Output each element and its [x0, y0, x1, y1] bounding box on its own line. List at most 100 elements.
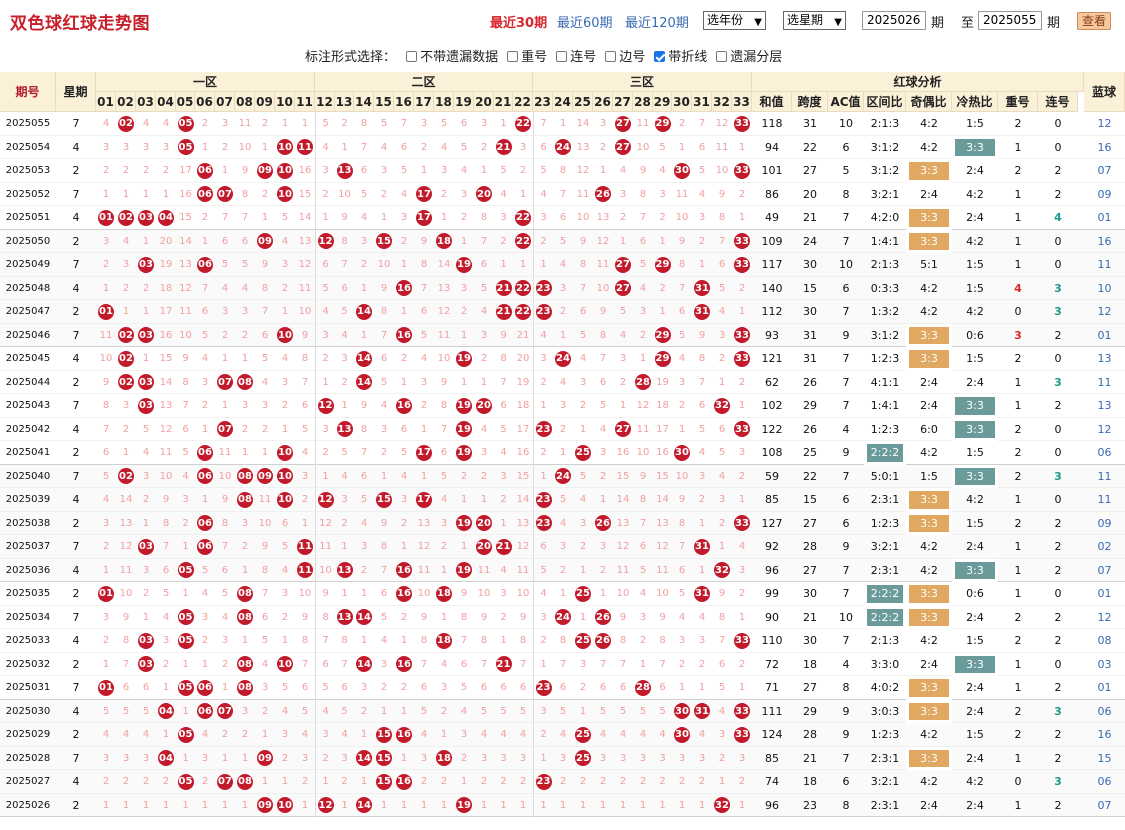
option-1[interactable]: 重号: [507, 46, 547, 65]
page-title: 双色球红球走势图: [10, 14, 150, 34]
option-5[interactable]: 遗漏分层: [716, 46, 782, 65]
period-60-link[interactable]: 最近60期: [557, 12, 613, 31]
number-cell: 4: [380, 141, 388, 153]
number-header-30: 30: [672, 92, 692, 112]
number-header-17: 17: [414, 92, 434, 112]
red-ball: 09: [257, 797, 273, 814]
number-cell: 2: [201, 118, 209, 130]
number-cell: 5: [718, 682, 726, 694]
number-cell: 2: [301, 494, 309, 506]
number-cell: 1: [500, 118, 507, 130]
from-issue-input[interactable]: 2025026: [862, 11, 926, 30]
number-cell: 02: [116, 112, 136, 136]
red-ball: 33: [734, 162, 750, 179]
number-header-19: 19: [454, 92, 474, 112]
red-ball: 08: [237, 609, 253, 626]
number-cell: 1: [315, 370, 335, 394]
number-cell: 5: [162, 588, 170, 600]
checkbox-icon[interactable]: [406, 51, 418, 62]
number-cell: 3: [698, 212, 706, 224]
option-4[interactable]: 带折线: [654, 46, 707, 65]
red-ball: 12: [317, 397, 334, 414]
option-0[interactable]: 不带遗漏数据: [406, 46, 498, 65]
number-cell: 1: [500, 517, 507, 529]
number-cell: 3: [659, 752, 666, 764]
option-2[interactable]: 连号: [556, 46, 596, 65]
checkbox-icon[interactable]: [716, 51, 728, 62]
analysis-value: 3:3: [906, 699, 952, 723]
analysis-value: 1: [1014, 798, 1022, 812]
view-button[interactable]: 查看: [1077, 12, 1111, 30]
checkbox-icon[interactable]: [507, 51, 519, 62]
analysis-value: 2:4: [906, 794, 952, 818]
number-cell: 5: [221, 259, 229, 271]
number-cell: 3: [533, 699, 553, 723]
number-cell: 11: [616, 564, 630, 576]
red-ball: 31: [694, 538, 710, 555]
analysis-value: 26: [803, 422, 817, 436]
number-cell: 3: [122, 141, 130, 153]
number-cell: 14: [298, 212, 312, 224]
number-header-16: 16: [394, 92, 414, 112]
number-cell: 8: [241, 188, 249, 200]
red-ball: 15: [376, 491, 392, 508]
number-cell: 24: [553, 465, 573, 489]
number-cell: 15: [179, 212, 192, 224]
week-select[interactable]: 选星期 ▼: [783, 11, 846, 30]
number-cell: 2: [480, 776, 488, 788]
checkbox-icon[interactable]: [556, 51, 568, 62]
column-header-period[interactable]: 期号: [0, 72, 56, 112]
analysis-value: 2:4: [952, 676, 998, 700]
number-cell: 6: [519, 682, 527, 694]
analysis-text: 1:5: [966, 352, 984, 366]
number-cell: 4: [162, 611, 170, 623]
number-cell: 1: [533, 746, 553, 770]
analysis-value: 2: [1054, 634, 1062, 648]
number-header-24: 24: [553, 92, 573, 112]
options-label: 标注形式选择：: [305, 50, 397, 65]
number-cell: 7: [102, 423, 110, 435]
number-cell: 2: [619, 212, 627, 224]
number-cell: 2: [261, 423, 269, 435]
number-cell: 1: [440, 564, 448, 576]
period-30-link[interactable]: 最近30期: [490, 12, 547, 31]
number-cell: 18: [434, 582, 454, 606]
number-cell: 4: [440, 141, 448, 153]
analysis-value: 1: [1014, 211, 1022, 225]
analysis-value: 0: [1054, 657, 1062, 671]
analysis-value: 18: [803, 775, 817, 789]
number-cell: 11: [315, 535, 335, 559]
number-cell: 16: [394, 653, 414, 677]
week-cell: 4: [72, 775, 80, 789]
checkbox-icon[interactable]: [605, 51, 617, 62]
analysis-value: 2: [1054, 563, 1062, 577]
option-3[interactable]: 边号: [605, 46, 645, 65]
period-120-link[interactable]: 最近120期: [625, 12, 689, 31]
number-cell: 8: [341, 235, 348, 247]
to-issue-input[interactable]: 2025055: [978, 11, 1042, 30]
number-cell: 13: [335, 559, 354, 583]
period-cell: 2025042: [5, 423, 51, 435]
red-ball: 33: [734, 115, 750, 132]
number-cell: 33: [732, 159, 752, 183]
year-select[interactable]: 选年份 ▼: [703, 11, 766, 30]
number-cell: 10: [119, 588, 133, 600]
checkbox-icon[interactable]: [654, 51, 666, 62]
red-ball: 13: [336, 609, 353, 626]
period-cell: 2025030: [5, 705, 51, 717]
number-cell: 14: [354, 794, 374, 818]
number-cell: 4: [380, 635, 388, 647]
number-cell: 23: [533, 417, 553, 441]
analysis-text: 4:2: [920, 117, 938, 131]
number-cell: 4: [301, 447, 309, 459]
red-ball: 04: [158, 209, 174, 226]
week-cell: 2: [72, 305, 80, 319]
analysis-value: 1: [1014, 563, 1022, 577]
analysis-value: 3:3: [906, 582, 952, 606]
number-cell: 7: [678, 282, 686, 294]
number-cell: 12: [516, 541, 530, 553]
number-cell: 13: [417, 517, 431, 529]
number-cell: 1: [182, 658, 189, 670]
number-cell: 21: [494, 535, 513, 559]
number-cell: 2: [659, 212, 666, 224]
